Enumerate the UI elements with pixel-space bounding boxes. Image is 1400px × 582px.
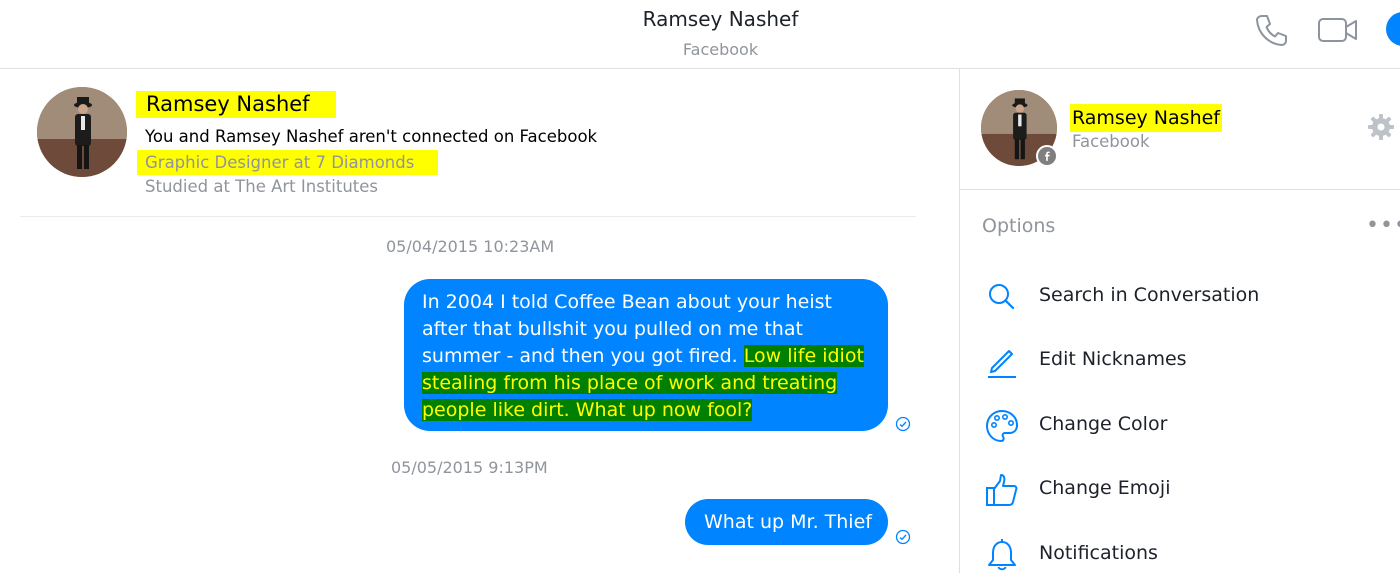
option-label: Change Color: [1039, 413, 1168, 435]
message-bubble[interactable]: What up Mr. Thief: [685, 499, 888, 545]
sent-check-icon: [895, 529, 911, 545]
connection-status: You and Ramsey Nashef aren't connected o…: [145, 127, 598, 146]
profile-card: Ramsey Nashef You and Ramsey Nashef aren…: [20, 69, 916, 217]
message-bubble[interactable]: In 2004 I told Coffee Bean about your he…: [404, 279, 888, 431]
gear-icon[interactable]: [1367, 113, 1395, 141]
more-options-icon[interactable]: •••: [1366, 215, 1400, 237]
avatar[interactable]: [37, 87, 127, 177]
option-edit-nicknames[interactable]: Edit Nicknames: [960, 338, 1400, 388]
thumbs-up-icon: [986, 474, 1018, 506]
option-change-color[interactable]: Change Color: [960, 403, 1400, 453]
option-label: Search in Conversation: [1039, 284, 1260, 306]
video-camera-icon[interactable]: [1316, 14, 1360, 46]
option-notifications[interactable]: Notifications: [960, 532, 1400, 582]
profile-name[interactable]: Ramsey Nashef: [136, 91, 336, 118]
pencil-icon: [988, 350, 1016, 378]
message-timestamp: 05/05/2015 9:13PM: [391, 458, 548, 477]
option-label: Edit Nicknames: [1039, 348, 1187, 370]
conversation-pane: Ramsey Nashef You and Ramsey Nashef aren…: [0, 69, 959, 573]
sent-check-icon: [895, 416, 911, 432]
palette-icon: [985, 409, 1019, 443]
info-panel-header: Ramsey Nashef Facebook: [960, 69, 1400, 190]
profile-job: Graphic Designer at 7 Diamonds: [137, 150, 439, 175]
search-icon: [989, 284, 1015, 310]
message-text: What up Mr. Thief: [704, 511, 872, 533]
option-search-in-conversation[interactable]: Search in Conversation: [960, 274, 1400, 324]
option-label: Change Emoji: [1039, 477, 1171, 499]
options-heading: Options: [982, 215, 1056, 237]
facebook-badge-icon: [1036, 145, 1058, 167]
option-label: Notifications: [1039, 542, 1158, 564]
conversation-subtitle: Facebook: [682, 40, 759, 59]
info-panel-name[interactable]: Ramsey Nashef: [1070, 104, 1222, 132]
info-panel-subtitle: Facebook: [1072, 132, 1150, 151]
profile-education: Studied at The Art Institutes: [145, 177, 378, 196]
option-change-emoji[interactable]: Change Emoji: [960, 467, 1400, 517]
phone-icon[interactable]: [1253, 12, 1289, 48]
conversation-title: Ramsey Nashef: [642, 7, 799, 31]
message-timestamp: 05/04/2015 10:23AM: [386, 237, 555, 256]
bell-icon: [988, 539, 1016, 571]
conversation-info-panel: Ramsey Nashef Facebook Options ••• Searc…: [959, 69, 1400, 573]
conversation-header: Ramsey Nashef Facebook: [0, 0, 1400, 69]
